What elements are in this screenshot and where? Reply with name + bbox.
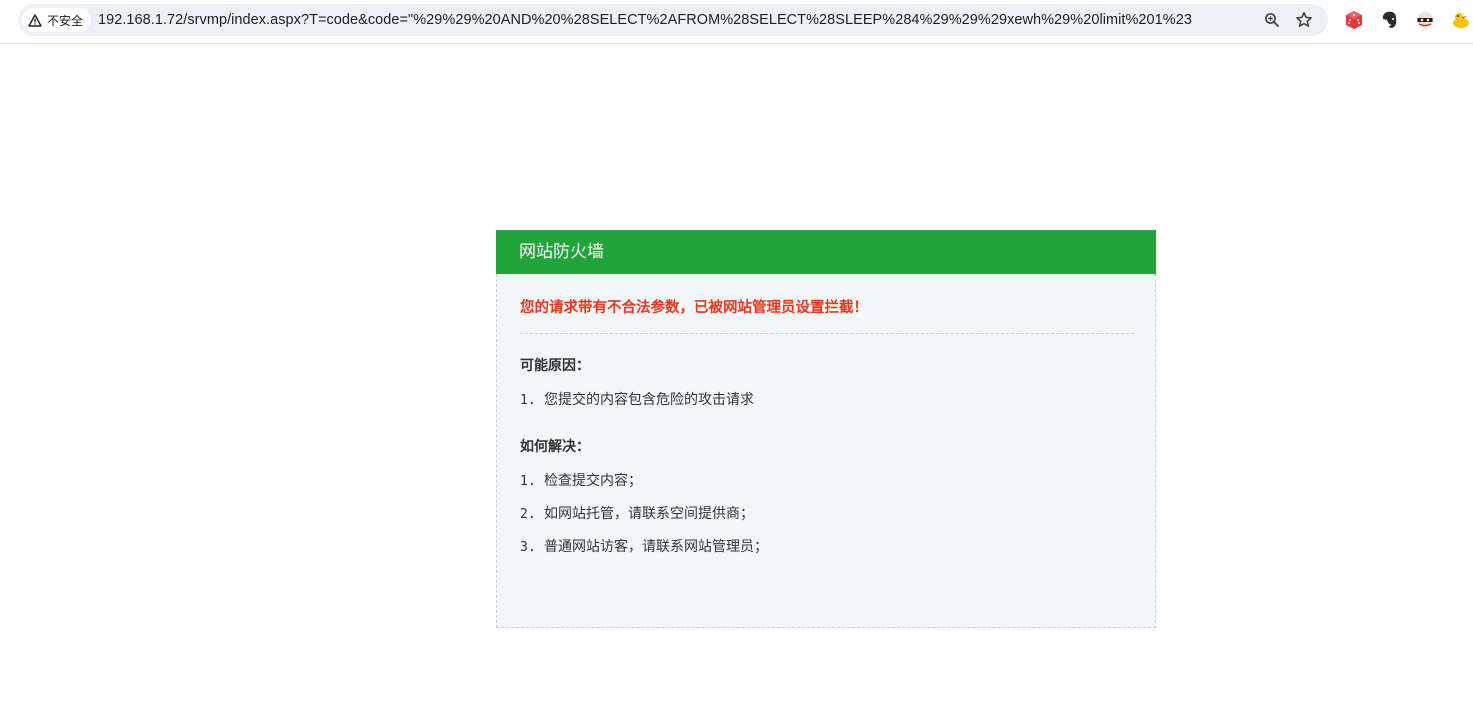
solution-number: 2.	[520, 507, 536, 522]
firewall-panel: 网站防火墙 您的请求带有不合法参数，已被网站管理员设置拦截！ 可能原因： 1. 您…	[496, 230, 1156, 628]
solution-item: 1. 检查提交内容；	[520, 470, 642, 490]
duck-extension-icon[interactable]	[1450, 9, 1472, 31]
url-text[interactable]: 192.168.1.72/srvmp/index.aspx?T=code&cod…	[98, 4, 1192, 36]
firewall-body: 您的请求带有不合法参数，已被网站管理员设置拦截！ 可能原因： 1. 您提交的内容包…	[496, 274, 1156, 628]
reasons-title: 可能原因：	[520, 358, 590, 374]
solution-item: 3. 普通网站访客，请联系网站管理员；	[520, 536, 768, 556]
reason-number: 1.	[520, 393, 536, 408]
mask-extension-icon[interactable]	[1414, 9, 1436, 31]
solution-text: 检查提交内容；	[544, 473, 642, 489]
security-indicator[interactable]: 不安全	[22, 8, 92, 32]
evernote-extension-icon[interactable]	[1379, 9, 1401, 31]
warning-icon	[28, 13, 42, 27]
dice-extension-icon[interactable]	[1343, 9, 1365, 31]
firewall-title: 网站防火墙	[496, 230, 1156, 274]
solutions-title: 如何解决：	[520, 439, 590, 455]
reason-item: 1. 您提交的内容包含危险的攻击请求	[520, 389, 754, 409]
solution-text: 普通网站访客，请联系网站管理员；	[544, 539, 768, 555]
solution-item: 2. 如网站托管，请联系空间提供商；	[520, 503, 754, 523]
star-icon[interactable]	[1294, 10, 1314, 30]
divider	[520, 333, 1134, 334]
solution-text: 如网站托管，请联系空间提供商；	[544, 506, 754, 522]
address-bar[interactable]: 不安全 192.168.1.72/srvmp/index.aspx?T=code…	[18, 4, 1328, 36]
zoom-icon[interactable]	[1262, 10, 1282, 30]
reason-text: 您提交的内容包含危险的攻击请求	[544, 392, 754, 408]
security-label: 不安全	[47, 13, 84, 28]
browser-toolbar: 不安全 192.168.1.72/srvmp/index.aspx?T=code…	[0, 0, 1473, 44]
solution-number: 3.	[520, 540, 536, 555]
solution-number: 1.	[520, 474, 536, 489]
blocked-alert-message: 您的请求带有不合法参数，已被网站管理员设置拦截！	[520, 300, 868, 316]
